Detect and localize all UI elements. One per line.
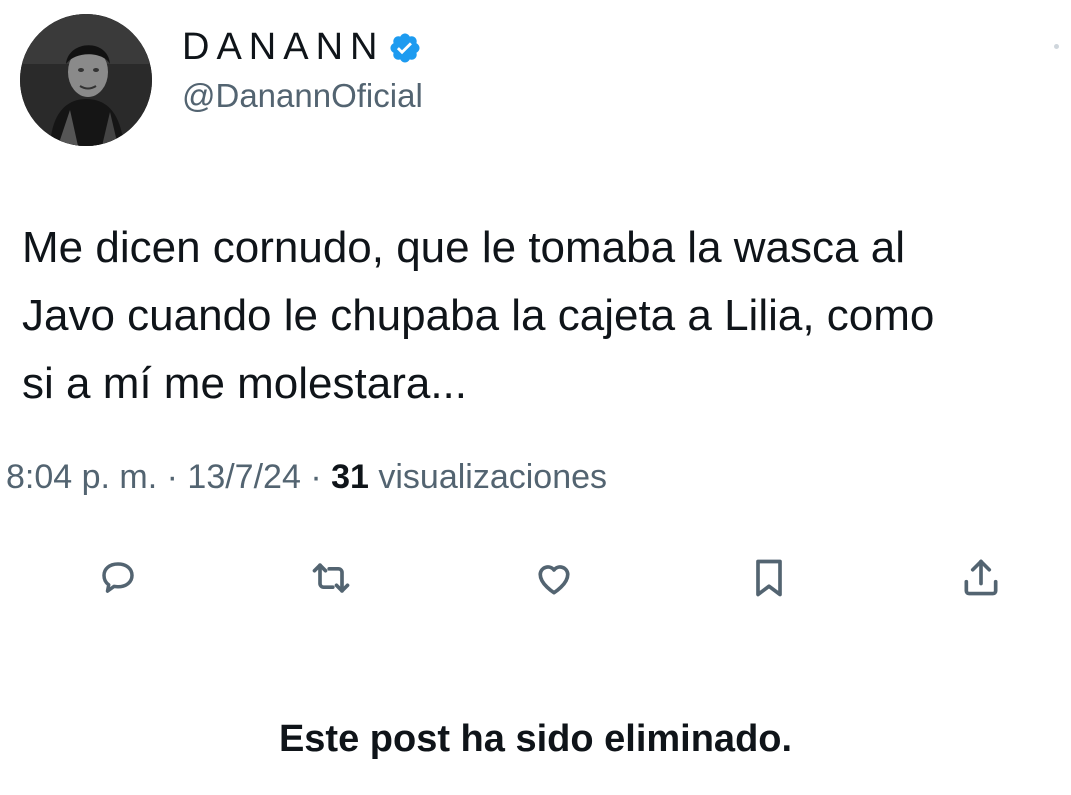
views-count: 31 [331,458,369,496]
repost-arrows-icon [312,563,350,593]
meta-separator: · [300,458,332,496]
avatar[interactable] [20,13,152,146]
like-button[interactable] [526,548,582,608]
reply-button[interactable] [90,548,146,608]
heart-icon [538,565,570,595]
meta-separator: · [157,458,188,496]
speech-bubble-icon [102,562,134,593]
views-label: visualizaciones [368,458,608,496]
tweet-meta: 8:04 p. m. · 13/7/24 · 31 visualizacione… [6,458,607,497]
author-handle[interactable]: @DanannOficial [182,77,423,115]
tweet-date[interactable]: 13/7/24 [187,458,300,496]
display-name-row: DANANN [182,26,423,69]
verified-badge-icon [388,31,422,65]
tweet-header: DANANN @DanannOficial [20,12,423,147]
author-names: DANANN @DanannOficial [182,26,423,115]
tweet-time[interactable]: 8:04 p. m. [6,458,157,496]
share-button[interactable] [953,548,1009,608]
profile-photo-icon [20,13,152,146]
deleted-notice: Este post ha sido eliminado. [278,718,793,760]
tweet-text: Me dicen cornudo, que le tomaba la wasca… [22,223,935,408]
repost-button[interactable] [303,548,359,608]
display-name[interactable]: DANANN [182,26,384,69]
more-options-icon[interactable] [1054,44,1059,49]
bookmark-button[interactable] [741,548,797,608]
bookmark-icon [756,559,782,597]
share-upload-icon [964,559,998,596]
action-bar [0,548,1071,608]
